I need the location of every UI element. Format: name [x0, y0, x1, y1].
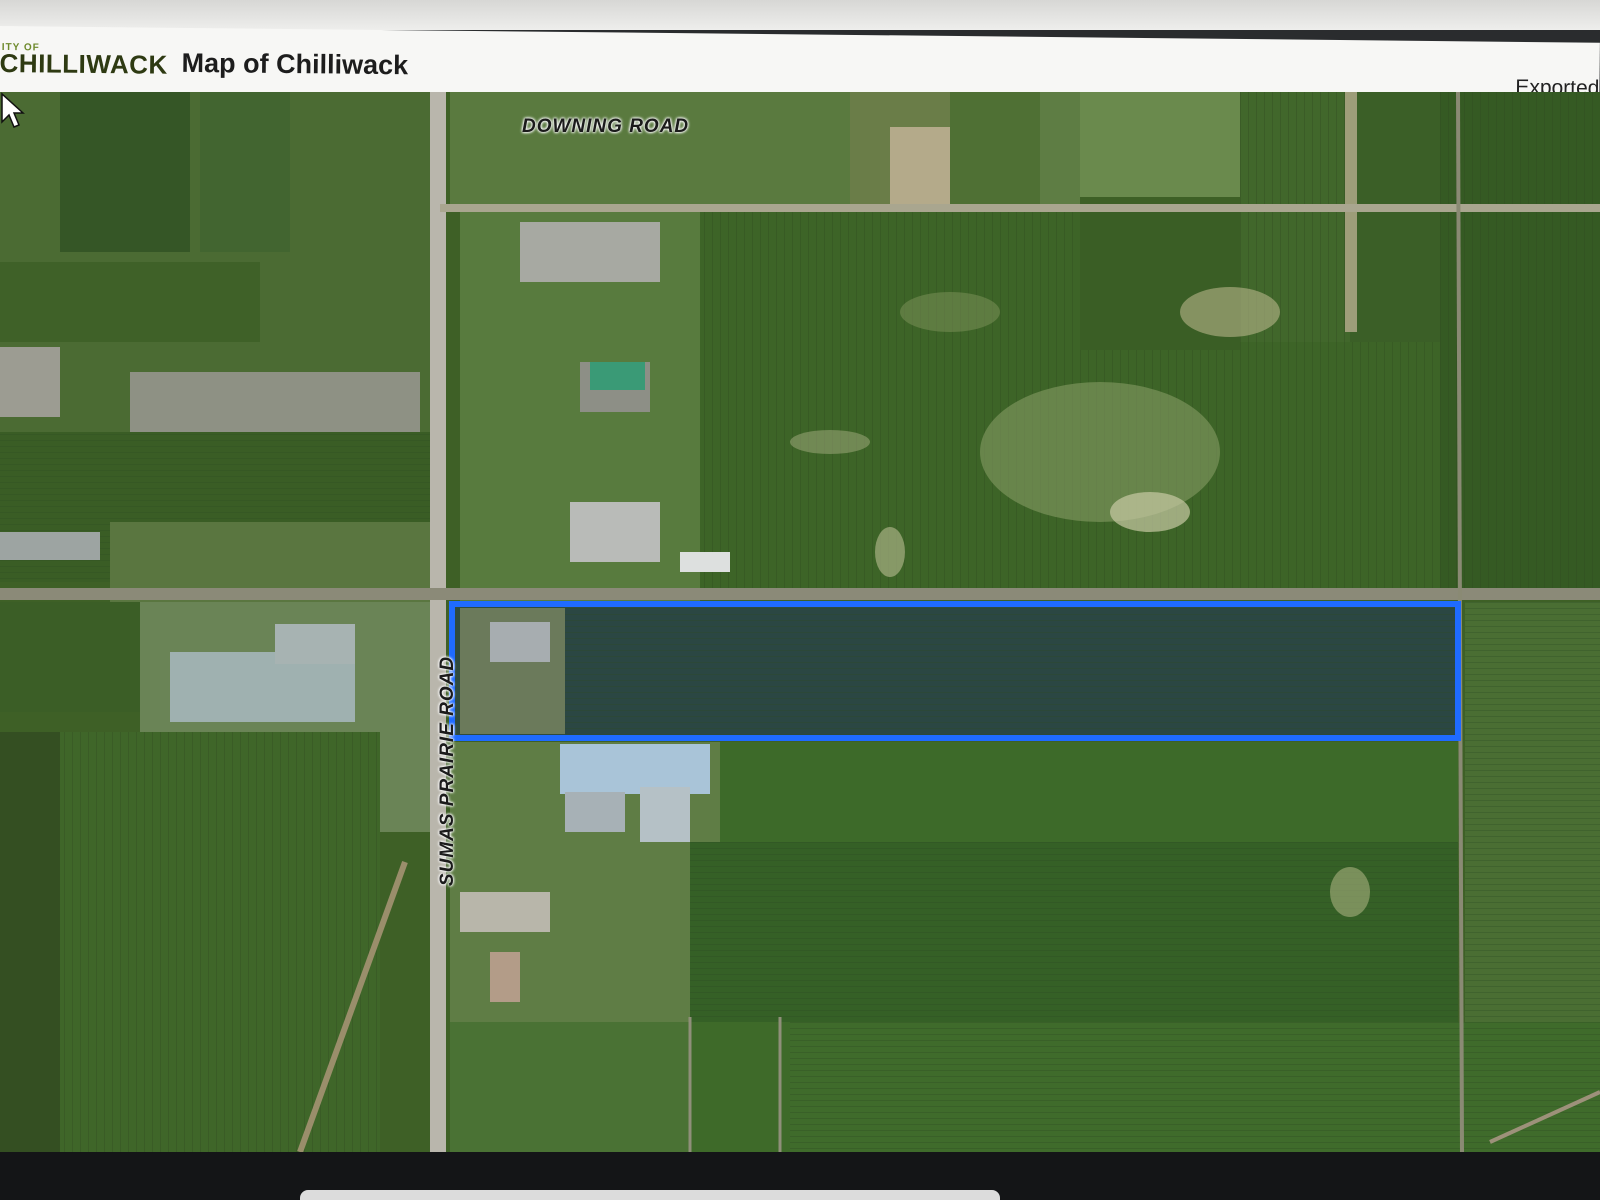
aerial-imagery: [0, 92, 1600, 1152]
road-label-downing: DOWNING ROAD: [522, 116, 690, 137]
screen-bezel-top: [0, 0, 1600, 30]
dock-edge: [300, 1190, 1000, 1200]
mouse-pointer-icon: [1, 92, 25, 128]
road-label-sumas: SUMAS PRAIRIE ROAD: [437, 655, 458, 887]
city-logo[interactable]: CHILLIWACK: [0, 48, 168, 81]
map-view[interactable]: DOWNING ROAD SUMAS PRAIRIE ROAD: [0, 92, 1600, 1152]
page-title: Map of Chilliwack: [181, 47, 409, 81]
